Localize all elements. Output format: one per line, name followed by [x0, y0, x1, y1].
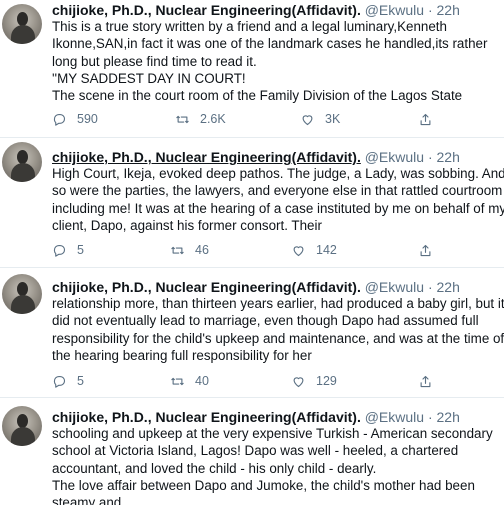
retweet-button[interactable]: 46: [170, 241, 209, 259]
reply-button[interactable]: 590: [52, 110, 98, 128]
tweet-text: High Court, Ikeja, evoked deep pathos. T…: [52, 166, 504, 233]
retweet-count: 46: [195, 243, 209, 257]
reply-icon: [53, 113, 66, 126]
retweet-button[interactable]: 40: [170, 372, 209, 390]
reply-icon: [53, 375, 66, 388]
tweet-timestamp[interactable]: 22h: [437, 279, 460, 295]
share-button[interactable]: [418, 110, 443, 128]
like-count: 129: [316, 374, 337, 388]
tweet-actions: 5 46 142: [52, 241, 504, 259]
like-icon: [293, 376, 304, 387]
author-name[interactable]: chijioke, Ph.D., Nuclear Engineering(Aff…: [52, 279, 361, 295]
reply-button[interactable]: 5: [52, 241, 84, 259]
like-icon: [293, 245, 304, 256]
author-handle[interactable]: @Ekwulu: [365, 409, 424, 425]
tweet-text: schooling and upkeep at the very expensi…: [52, 426, 493, 505]
tweet-timestamp[interactable]: 22h: [437, 409, 460, 425]
separator-dot: ·: [427, 149, 433, 165]
avatar[interactable]: [2, 142, 42, 182]
reply-count: 5: [77, 374, 84, 388]
like-icon: [302, 114, 313, 125]
reply-icon: [53, 244, 66, 257]
author-name[interactable]: chijioke, Ph.D., Nuclear Engineering(Aff…: [52, 409, 361, 425]
like-count: 3K: [325, 112, 341, 126]
like-button[interactable]: 129: [291, 372, 337, 390]
retweet-icon: [176, 115, 189, 123]
reply-count: 5: [77, 243, 84, 257]
tweet-header: chijioke, Ph.D., Nuclear Engineering(Aff…: [52, 1, 504, 19]
author-handle[interactable]: @Ekwulu: [365, 149, 424, 165]
tweet-actions: 5 40 129: [52, 372, 504, 390]
separator-dot: ·: [427, 409, 433, 425]
author-name[interactable]: chijioke, Ph.D., Nuclear Engineering(Aff…: [52, 149, 361, 165]
like-button[interactable]: 142: [291, 241, 337, 259]
retweet-icon: [171, 246, 184, 254]
separator-dot: ·: [427, 279, 433, 295]
tweet-4[interactable]: chijioke, Ph.D., Nuclear Engineering(Aff…: [0, 398, 504, 505]
reply-button[interactable]: 5: [52, 372, 84, 390]
like-count: 142: [316, 243, 337, 257]
share-button[interactable]: [418, 241, 443, 259]
tweet-text: relationship more, than thirteen years e…: [52, 296, 504, 363]
share-icon: [420, 244, 431, 256]
tweet-header: chijioke, Ph.D., Nuclear Engineering(Aff…: [52, 408, 504, 426]
tweet-header: chijioke, Ph.D., Nuclear Engineering(Aff…: [52, 148, 504, 166]
retweet-icon: [171, 377, 184, 385]
avatar[interactable]: [2, 406, 42, 446]
tweet-actions: 590 2.6K 3K: [52, 110, 504, 128]
avatar[interactable]: [2, 274, 42, 314]
tweet-2[interactable]: chijioke, Ph.D., Nuclear Engineering(Aff…: [0, 138, 504, 268]
retweet-count: 40: [195, 374, 209, 388]
author-name[interactable]: chijioke, Ph.D., Nuclear Engineering(Aff…: [52, 2, 361, 18]
separator-dot: ·: [427, 2, 433, 18]
tweet-3[interactable]: chijioke, Ph.D., Nuclear Engineering(Aff…: [0, 268, 504, 398]
tweet-timestamp[interactable]: 22h: [437, 149, 460, 165]
author-handle[interactable]: @Ekwulu: [365, 279, 424, 295]
share-button[interactable]: [418, 372, 443, 390]
tweet-1[interactable]: chijioke, Ph.D., Nuclear Engineering(Aff…: [0, 0, 504, 138]
share-icon: [420, 113, 431, 125]
author-handle[interactable]: @Ekwulu: [365, 2, 424, 18]
like-button[interactable]: 3K: [300, 110, 340, 128]
reply-count: 590: [77, 112, 98, 126]
avatar[interactable]: [2, 4, 42, 44]
retweet-button[interactable]: 2.6K: [175, 110, 226, 128]
tweet-header: chijioke, Ph.D., Nuclear Engineering(Aff…: [52, 278, 504, 296]
tweet-timestamp[interactable]: 22h: [437, 2, 460, 18]
tweet-text: This is a true story written by a friend…: [52, 19, 488, 104]
share-icon: [420, 375, 431, 387]
retweet-count: 2.6K: [200, 112, 226, 126]
